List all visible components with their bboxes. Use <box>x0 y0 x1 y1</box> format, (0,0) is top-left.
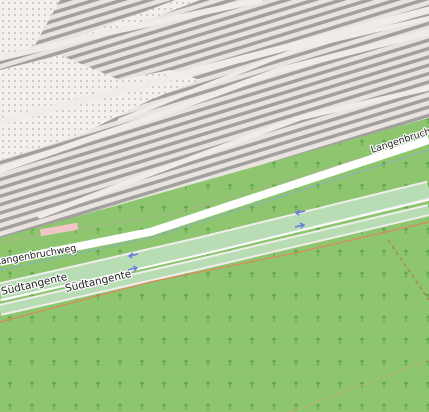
map-view[interactable]: Langenbruchweg Langenbruchweg Südtangent… <box>0 0 429 412</box>
